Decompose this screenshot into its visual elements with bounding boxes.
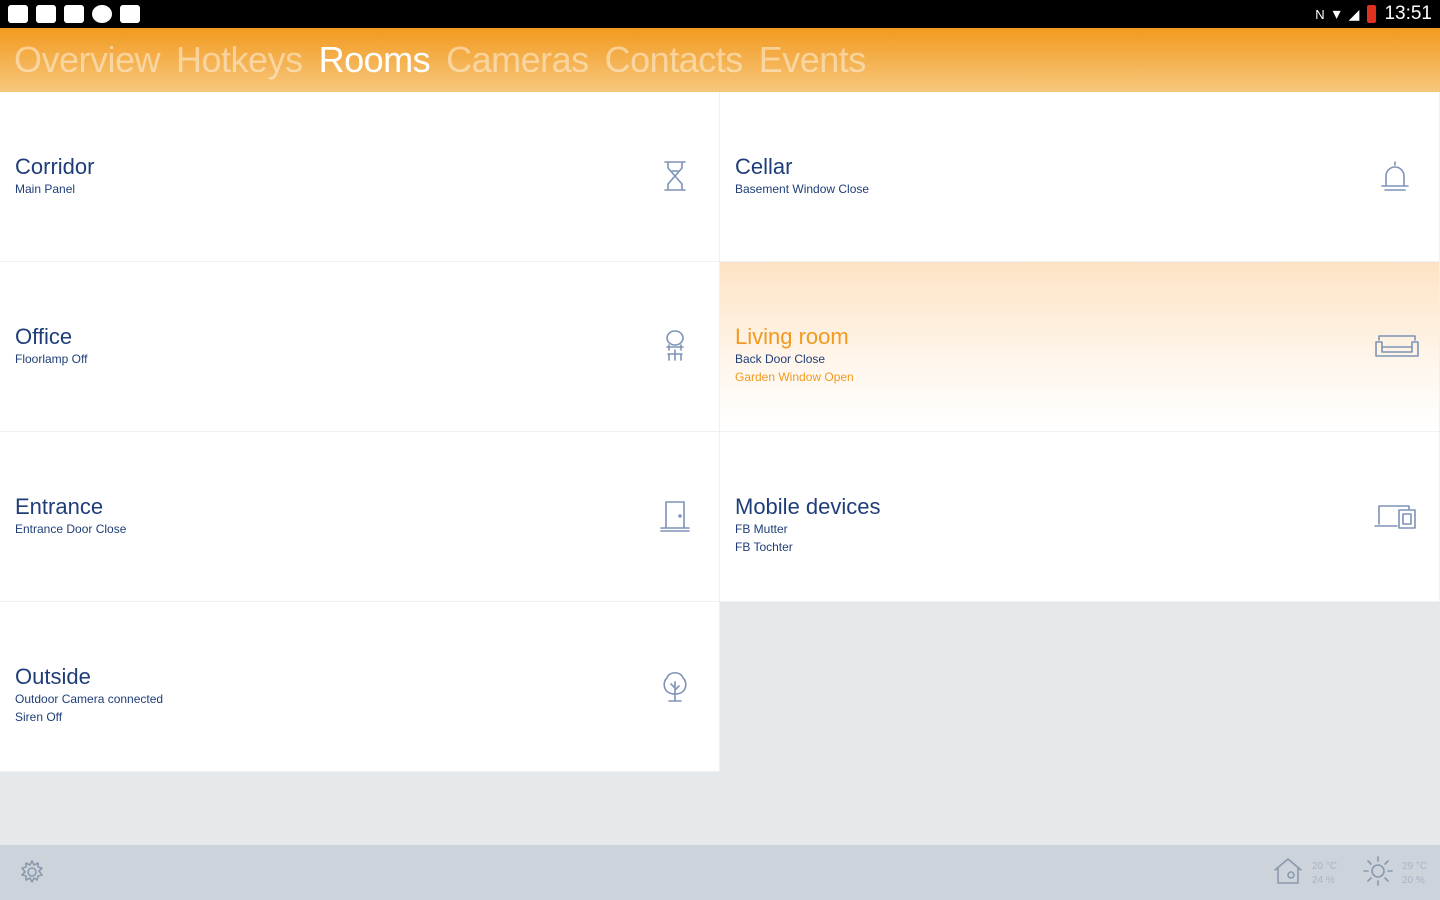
room-status: Siren Off (15, 710, 63, 724)
sun-icon (1362, 855, 1394, 892)
notification-icon (36, 5, 56, 23)
outdoor-humidity: 20 % (1402, 874, 1425, 886)
battery-icon (1367, 5, 1377, 23)
tab-bar: Overview Hotkeys Rooms Cameras Contacts … (0, 28, 1440, 92)
tab-events[interactable]: Events (759, 39, 867, 81)
bottom-bar: 20 °C 24 % 29 °C 20 % (0, 845, 1440, 900)
room-tile-cellar[interactable]: Cellar Basement Window Close (720, 92, 1440, 262)
sofa-icon (1373, 328, 1421, 364)
room-status: Outdoor Camera connected (15, 692, 164, 706)
room-tile-office[interactable]: Office Floorlamp Off (0, 262, 720, 432)
tab-cameras[interactable]: Cameras (446, 39, 589, 81)
room-tile-outside[interactable]: Outside Outdoor Camera connected Siren O… (0, 602, 720, 772)
room-tile-mobile-devices[interactable]: Mobile devices FB Mutter FB Tochter (720, 432, 1440, 602)
room-name: Entrance (15, 494, 104, 519)
notification-icon (8, 5, 28, 23)
room-status: Floorlamp Off (15, 352, 88, 366)
indoor-humidity: 24 % (1312, 874, 1335, 886)
room-name: Outside (15, 664, 91, 689)
room-name: Office (15, 324, 73, 349)
room-status: Entrance Door Close (15, 522, 127, 536)
room-name: Mobile devices (735, 494, 881, 519)
indoor-temperature: 20 °C (1312, 860, 1338, 872)
circle-icon (92, 5, 112, 23)
gear-icon[interactable] (18, 858, 46, 886)
bell-icon (1377, 158, 1413, 194)
tab-hotkeys[interactable]: Hotkeys (176, 39, 303, 81)
empty-grid-cell (720, 602, 1440, 772)
room-tile-living-room[interactable]: Living room Back Door Close Garden Windo… (720, 262, 1440, 432)
tab-rooms[interactable]: Rooms (319, 39, 431, 81)
room-name: Cellar (735, 154, 793, 179)
room-name: Corridor (15, 154, 95, 179)
status-bar: N ▾ ◢ 13:51 (0, 0, 1440, 28)
notification-icon (64, 5, 84, 23)
wifi-icon: ▾ (1332, 6, 1341, 23)
house-icon (1272, 855, 1304, 892)
room-status: Back Door Close (735, 352, 826, 366)
room-alert: Garden Window Open (735, 370, 854, 384)
camera-icon (120, 5, 140, 23)
outdoor-temperature: 29 °C (1402, 860, 1428, 872)
room-name: Living room (735, 324, 849, 349)
tree-icon (657, 668, 693, 704)
door-icon (657, 498, 693, 534)
room-status: Basement Window Close (735, 182, 870, 196)
room-tile-entrance[interactable]: Entrance Entrance Door Close (0, 432, 720, 602)
devices-icon (1373, 498, 1421, 534)
outdoor-climate: 29 °C 20 % (1362, 855, 1427, 892)
hourglass-icon (657, 158, 693, 194)
nfc-icon: N (1315, 6, 1325, 22)
clock: 13:51 (1384, 3, 1432, 24)
indoor-climate: 20 °C 24 % (1272, 855, 1337, 892)
status-bar-system: N ▾ ◢ 13:51 (1315, 3, 1432, 25)
room-status: FB Mutter (735, 522, 788, 536)
room-status: Main Panel (15, 182, 76, 196)
office-chair-icon (657, 328, 693, 364)
signal-icon: ◢ (1348, 5, 1360, 22)
status-bar-notifications (8, 5, 140, 23)
room-status: FB Tochter (735, 540, 793, 554)
room-tile-corridor[interactable]: Corridor Main Panel (0, 92, 720, 262)
rooms-grid: Corridor Main Panel Cellar Basement Wind… (0, 92, 1440, 772)
tab-contacts[interactable]: Contacts (605, 39, 744, 81)
tab-overview[interactable]: Overview (14, 39, 161, 81)
